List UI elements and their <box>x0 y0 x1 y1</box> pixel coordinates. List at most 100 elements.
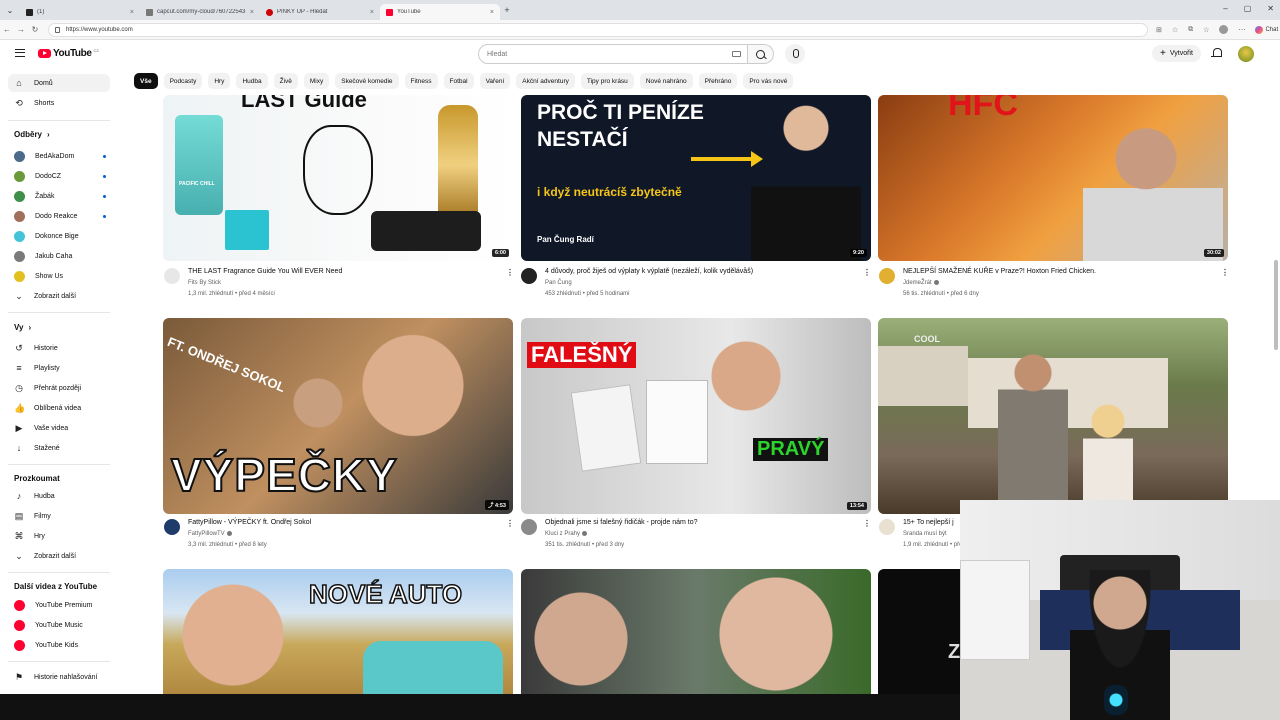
channel-name[interactable]: Sranda musí být <box>903 531 947 537</box>
chip[interactable]: Mixy <box>303 73 330 89</box>
chip[interactable]: Živě <box>273 73 298 89</box>
new-tab-button[interactable]: + <box>500 5 514 15</box>
channel-name[interactable]: Kluci z Prahy <box>545 531 588 537</box>
tab-close-icon[interactable]: × <box>130 9 134 16</box>
chip[interactable]: Tipy pro krásu <box>580 73 634 89</box>
search-input[interactable]: Hledat <box>478 44 748 64</box>
create-button[interactable]: + Vytvořit <box>1152 45 1201 62</box>
sidebar-item-history[interactable]: ↺ Historie <box>8 339 110 357</box>
chip[interactable]: Skečové komedie <box>335 73 399 89</box>
chip[interactable]: Akční adventury <box>516 73 575 89</box>
youtube-logo[interactable]: YouTube CZ <box>38 48 99 59</box>
sidebar-item-your-videos[interactable]: ▶ Vaše videa <box>8 419 110 437</box>
sidebar-item-shorts[interactable]: ⟲ Shorts <box>8 94 110 112</box>
video-thumbnail[interactable]: HFC 30:02 <box>878 95 1228 261</box>
sidebar-subscription[interactable]: Jakub Caha <box>8 247 110 265</box>
subscriptions-heading[interactable]: Odběry › <box>14 130 50 139</box>
video-thumbnail[interactable]: FT. ONDŘEJ SOKOL VÝPEČKY ⤴ 4:53 <box>163 318 513 514</box>
video-thumbnail[interactable]: NOVÉ AUTO <box>163 569 513 695</box>
channel-name[interactable]: Fits By Stick <box>188 280 221 286</box>
tab-close-icon[interactable]: × <box>250 9 254 16</box>
sidebar-item-liked[interactable]: 👍 Oblíbená videa <box>8 399 110 417</box>
browser-tab[interactable]: capcut.com/my-cloud/760722543... × <box>140 4 260 20</box>
video-thumbnail[interactable]: LAST Guide PACIFIC CHILL 6:00 <box>163 95 513 261</box>
sidebar-show-more[interactable]: ⌄ Zobrazit další <box>8 547 110 565</box>
reload-icon[interactable]: ↻ <box>28 25 42 34</box>
video-thumbnail[interactable] <box>521 569 871 695</box>
sidebar-item-youtube-kids[interactable]: YouTube Kids <box>8 636 110 654</box>
channel-name[interactable]: Pan Čung <box>545 280 572 286</box>
channel-avatar[interactable] <box>879 519 895 535</box>
channel-avatar[interactable] <box>879 268 895 284</box>
back-arrow-icon[interactable]: ← <box>0 25 14 34</box>
browser-tab[interactable]: (1) × <box>20 4 140 20</box>
channel-name[interactable]: JdemeŽrát <box>903 280 939 286</box>
sidebar-item-playlists[interactable]: ≡ Playlisty <box>8 359 110 377</box>
chip[interactable]: Přehráno <box>698 73 738 89</box>
video-title[interactable]: 4 důvody, proč žiješ od výplaty k výplat… <box>545 268 753 275</box>
sidebar-item-youtube-music[interactable]: YouTube Music <box>8 616 110 634</box>
scrollbar-thumb[interactable] <box>1274 260 1278 350</box>
sidebar-item-youtube-premium[interactable]: YouTube Premium <box>8 596 110 614</box>
chip[interactable]: Vaření <box>479 73 511 89</box>
extensions-icon[interactable]: ⧉ <box>1188 26 1193 34</box>
notifications-bell-icon[interactable] <box>1211 48 1222 58</box>
tab-close-icon[interactable]: × <box>370 9 374 16</box>
search-button[interactable] <box>748 44 774 64</box>
profile-avatar[interactable] <box>1219 25 1229 34</box>
sidebar-subscription[interactable]: Show Us <box>8 267 110 285</box>
sidebar-subscription[interactable]: Dokonce Bige <box>8 227 110 245</box>
keyboard-icon[interactable] <box>732 51 741 57</box>
video-title[interactable]: NEJLEPŠÍ SMAŽENÉ KUŘE v Praze?! Hoxton F… <box>903 268 1096 275</box>
channel-avatar[interactable] <box>164 519 180 535</box>
hamburger-menu-icon[interactable] <box>15 49 25 57</box>
sidebar-item-report-history[interactable]: ⚑ Historie nahlašování <box>8 668 110 686</box>
video-title[interactable]: Objednali jsme si falešný řidičák - proj… <box>545 519 698 526</box>
video-thumbnail[interactable]: COOL <box>878 318 1228 514</box>
maximize-button[interactable]: ▢ <box>1244 4 1252 13</box>
minimize-button[interactable]: – <box>1223 4 1227 13</box>
chip[interactable]: Fitness <box>404 73 438 89</box>
more-options-icon[interactable]: ⋮ <box>863 268 871 277</box>
microphone-icon[interactable] <box>785 44 805 64</box>
sidebar-subscription[interactable]: BedAkaDom <box>8 147 110 165</box>
close-window-button[interactable]: ✕ <box>1267 4 1274 13</box>
chip[interactable]: Fotbal <box>443 73 474 89</box>
video-title[interactable]: FattyPillow - VÝPEČKY ft. Ondřej Sokol <box>188 519 311 526</box>
bookmark-star-icon[interactable]: ☆ <box>1172 26 1178 34</box>
chip[interactable]: Nové nahráno <box>639 73 693 89</box>
sidebar-subscription[interactable]: Žabák <box>8 187 110 205</box>
url-field[interactable]: https://www.youtube.com <box>48 22 1148 37</box>
sidebar-item-films[interactable]: ▤ Filmy <box>8 507 110 525</box>
sidebar-item-music[interactable]: ♪ Hudba <box>8 487 110 505</box>
browser-tab[interactable]: PINKY UP - Hledat × <box>260 4 380 20</box>
sidebar-subscription[interactable]: DodoCZ <box>8 167 110 185</box>
more-options-icon[interactable]: ⋮ <box>1221 268 1229 277</box>
user-avatar[interactable] <box>1238 46 1254 62</box>
chip[interactable]: Podcasty <box>163 73 203 89</box>
chip[interactable]: Pro vás nové <box>743 73 794 89</box>
sidebar-subscription[interactable]: Dodo Reakce <box>8 207 110 225</box>
video-title[interactable]: THE LAST Fragrance Guide You Will EVER N… <box>188 268 342 275</box>
tab-close-icon[interactable]: × <box>490 9 494 16</box>
sidebar-show-more[interactable]: ⌄ Zobrazit další <box>8 287 110 305</box>
channel-avatar[interactable] <box>521 519 537 535</box>
sidebar-item-gaming[interactable]: ⌘ Hry <box>8 527 110 545</box>
sidebar-item-downloads[interactable]: ↓ Stažené <box>8 439 110 457</box>
chat-button[interactable]: Chat <box>1255 25 1278 34</box>
sidebar-item-watch-later[interactable]: ◷ Přehrát později <box>8 379 110 397</box>
apps-icon[interactable]: ⊞ <box>1156 26 1162 34</box>
more-options-icon[interactable]: ⋮ <box>506 268 514 277</box>
chip-all[interactable]: Vše <box>134 73 158 89</box>
chip[interactable]: Hudba <box>236 73 268 89</box>
more-menu-icon[interactable]: ⋯ <box>1238 26 1245 34</box>
channel-avatar[interactable] <box>164 268 180 284</box>
you-heading[interactable]: Vy › <box>14 323 31 332</box>
sidebar-item-home[interactable]: ⌂ Domů <box>8 74 110 92</box>
video-thumbnail[interactable]: FALEŠNÝ PRAVÝ 13:54 <box>521 318 871 514</box>
tab-menu-button[interactable]: ⌄ <box>0 6 20 15</box>
chip[interactable]: Hry <box>208 73 231 89</box>
more-options-icon[interactable]: ⋮ <box>863 519 871 528</box>
more-options-icon[interactable]: ⋮ <box>506 519 514 528</box>
video-title[interactable]: 15+ To nejlepší j <box>903 519 954 526</box>
